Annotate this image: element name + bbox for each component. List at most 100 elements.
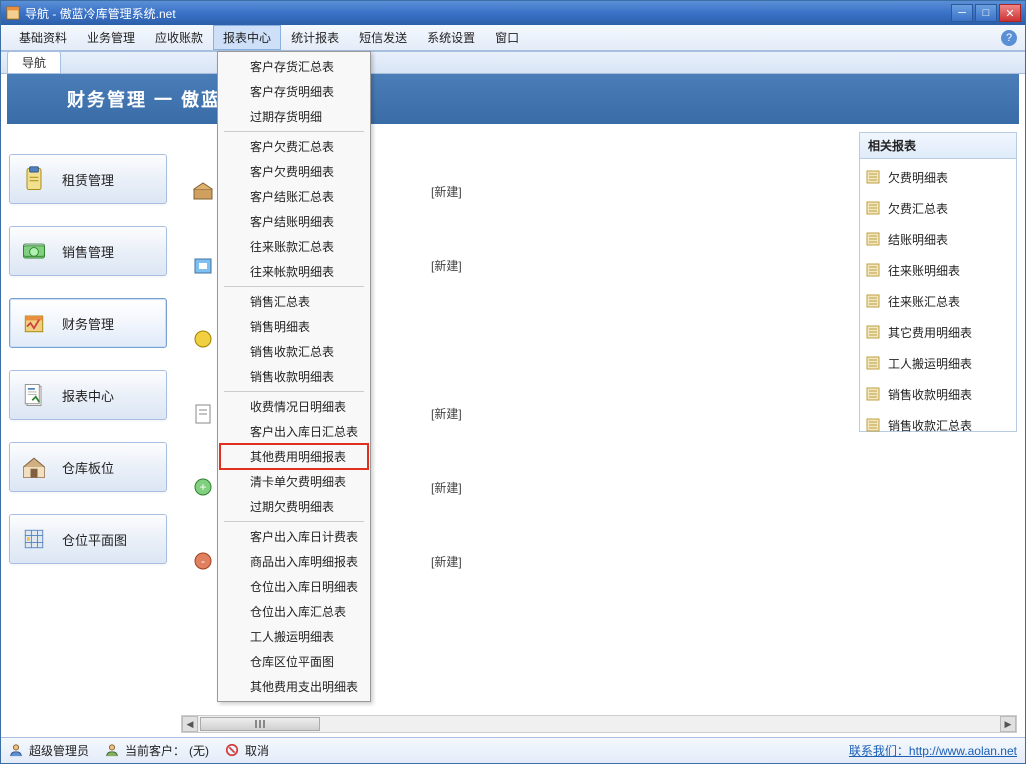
close-button[interactable]: ✕ xyxy=(999,4,1021,22)
sidebar-item-5[interactable]: 仓位平面图 xyxy=(9,514,167,564)
report-icon xyxy=(866,325,882,341)
dropdown-item[interactable]: 仓库区位平面图 xyxy=(220,649,368,674)
tabstrip: 导航 xyxy=(1,52,1025,74)
dropdown-item[interactable]: 客户出入库日汇总表 xyxy=(220,419,368,444)
related-report-4[interactable]: 往来账汇总表 xyxy=(866,293,1010,310)
dropdown-item[interactable]: 客户欠费汇总表 xyxy=(220,134,368,159)
menu-2[interactable]: 应收账款 xyxy=(145,25,213,50)
sidebar-item-3[interactable]: 报表中心 xyxy=(9,370,167,420)
sidebar-item-0[interactable]: 租赁管理 xyxy=(9,154,167,204)
sidebar-icon-1 xyxy=(18,235,50,267)
report-icon xyxy=(866,201,882,217)
window-buttons: ─ □ ✕ xyxy=(951,4,1021,22)
status-user-text: 超级管理员 xyxy=(29,742,89,759)
help-icon[interactable]: ? xyxy=(1001,30,1017,46)
related-report-3[interactable]: 往来账明细表 xyxy=(866,262,1010,279)
dropdown-item[interactable]: 客户存货汇总表 xyxy=(220,54,368,79)
sidebar-item-4[interactable]: 仓库板位 xyxy=(9,442,167,492)
sidebar-icon-4 xyxy=(18,451,50,483)
scroll-thumb[interactable] xyxy=(200,717,320,731)
menu-7[interactable]: 窗口 xyxy=(485,25,529,50)
status-cancel[interactable]: 取消 xyxy=(225,742,269,759)
action-icon-2 xyxy=(185,327,221,351)
dropdown-item[interactable]: 客户存货明细表 xyxy=(220,79,368,104)
user-icon xyxy=(9,743,25,759)
report-icon xyxy=(866,294,882,310)
sidebar: 租赁管理销售管理财务管理报表中心仓库板位仓位平面图 xyxy=(1,74,175,737)
action-new-1[interactable]: [新建] xyxy=(431,257,462,274)
sidebar-item-2[interactable]: 财务管理 xyxy=(9,298,167,348)
action-icon-3 xyxy=(185,401,221,425)
dropdown-item[interactable]: 过期存货明细 xyxy=(220,104,368,129)
related-report-6[interactable]: 工人搬运明细表 xyxy=(866,355,1010,372)
sidebar-item-1[interactable]: 销售管理 xyxy=(9,226,167,276)
report-icon xyxy=(866,356,882,372)
dropdown-item[interactable]: 商品出入库明细报表 xyxy=(220,549,368,574)
related-report-2[interactable]: 结账明细表 xyxy=(866,231,1010,248)
menu-3[interactable]: 报表中心 xyxy=(213,25,281,50)
action-icon-1 xyxy=(185,253,221,277)
related-report-label-8: 销售收款汇总表 xyxy=(888,417,972,434)
dropdown-item[interactable]: 销售收款汇总表 xyxy=(220,339,368,364)
dropdown-item[interactable]: 销售收款明细表 xyxy=(220,364,368,389)
sidebar-label-0: 租赁管理 xyxy=(62,170,114,189)
related-reports-list: 欠费明细表欠费汇总表结账明细表往来账明细表往来账汇总表其它费用明细表工人搬运明细… xyxy=(860,159,1016,444)
status-customer: 当前客户： (无) xyxy=(105,742,209,759)
statusbar: 超级管理员 当前客户： (无) 取消 联系我们：http://www.aolan… xyxy=(1,737,1025,763)
action-new-0[interactable]: [新建] xyxy=(431,183,462,200)
related-report-label-3: 往来账明细表 xyxy=(888,262,960,279)
action-icon-4: + xyxy=(185,475,221,499)
related-report-label-1: 欠费汇总表 xyxy=(888,200,948,217)
contact-link[interactable]: 联系我们：http://www.aolan.net xyxy=(849,742,1017,759)
report-icon xyxy=(866,232,882,248)
dropdown-item[interactable]: 其他费用支出明细表 xyxy=(220,674,368,699)
dropdown-item[interactable]: 销售汇总表 xyxy=(220,289,368,314)
related-report-1[interactable]: 欠费汇总表 xyxy=(866,200,1010,217)
dropdown-item[interactable]: 清卡单欠费明细表 xyxy=(220,469,368,494)
related-report-label-4: 往来账汇总表 xyxy=(888,293,960,310)
scroll-left-arrow[interactable]: ◀ xyxy=(182,716,198,732)
action-new-5[interactable]: [新建] xyxy=(431,553,462,570)
dropdown-item[interactable]: 往来帐款明细表 xyxy=(220,259,368,284)
menu-6[interactable]: 系统设置 xyxy=(417,25,485,50)
dropdown-item[interactable]: 往来账款汇总表 xyxy=(220,234,368,259)
sidebar-icon-0 xyxy=(18,163,50,195)
related-report-0[interactable]: 欠费明细表 xyxy=(866,169,1010,186)
dropdown-item[interactable]: 仓位出入库汇总表 xyxy=(220,599,368,624)
menu-0[interactable]: 基础资料 xyxy=(9,25,77,50)
cancel-icon xyxy=(225,743,241,759)
dropdown-item[interactable]: 客户结账明细表 xyxy=(220,209,368,234)
content: 租赁管理销售管理财务管理报表中心仓库板位仓位平面图 [新建]冷库。[新建][新建… xyxy=(1,74,1025,737)
window-title: 导航 - 傲蓝冷库管理系统.net xyxy=(25,5,951,22)
menu-4[interactable]: 统计报表 xyxy=(281,25,349,50)
scroll-right-arrow[interactable]: ▶ xyxy=(1000,716,1016,732)
status-customer-value: (无) xyxy=(189,742,209,759)
sidebar-icon-5 xyxy=(18,523,50,555)
contact-label: 联系我们： xyxy=(849,744,909,758)
tab-nav[interactable]: 导航 xyxy=(7,51,61,73)
action-new-3[interactable]: [新建] xyxy=(431,405,462,422)
related-report-8[interactable]: 销售收款汇总表 xyxy=(866,417,1010,434)
dropdown-item[interactable]: 客户欠费明细表 xyxy=(220,159,368,184)
dropdown-item[interactable]: 工人搬运明细表 xyxy=(220,624,368,649)
sidebar-label-3: 报表中心 xyxy=(62,386,114,405)
menu-5[interactable]: 短信发送 xyxy=(349,25,417,50)
dropdown-item[interactable]: 客户结账汇总表 xyxy=(220,184,368,209)
related-report-5[interactable]: 其它费用明细表 xyxy=(866,324,1010,341)
dropdown-item[interactable]: 销售明细表 xyxy=(220,314,368,339)
dropdown-item[interactable]: 其他费用明细报表 xyxy=(220,444,368,469)
horizontal-scrollbar[interactable]: ◀ ▶ xyxy=(181,715,1017,733)
menu-1[interactable]: 业务管理 xyxy=(77,25,145,50)
minimize-button[interactable]: ─ xyxy=(951,4,973,22)
action-new-4[interactable]: [新建] xyxy=(431,479,462,496)
related-report-7[interactable]: 销售收款明细表 xyxy=(866,386,1010,403)
svg-text:-: - xyxy=(201,554,205,568)
dropdown-item[interactable]: 客户出入库日计费表 xyxy=(220,524,368,549)
scroll-track[interactable] xyxy=(198,717,1000,731)
status-cancel-text: 取消 xyxy=(245,742,269,759)
maximize-button[interactable]: □ xyxy=(975,4,997,22)
dropdown-item[interactable]: 仓位出入库日明细表 xyxy=(220,574,368,599)
dropdown-item[interactable]: 过期欠费明细表 xyxy=(220,494,368,519)
dropdown-item[interactable]: 收费情况日明细表 xyxy=(220,394,368,419)
customer-icon xyxy=(105,743,121,759)
